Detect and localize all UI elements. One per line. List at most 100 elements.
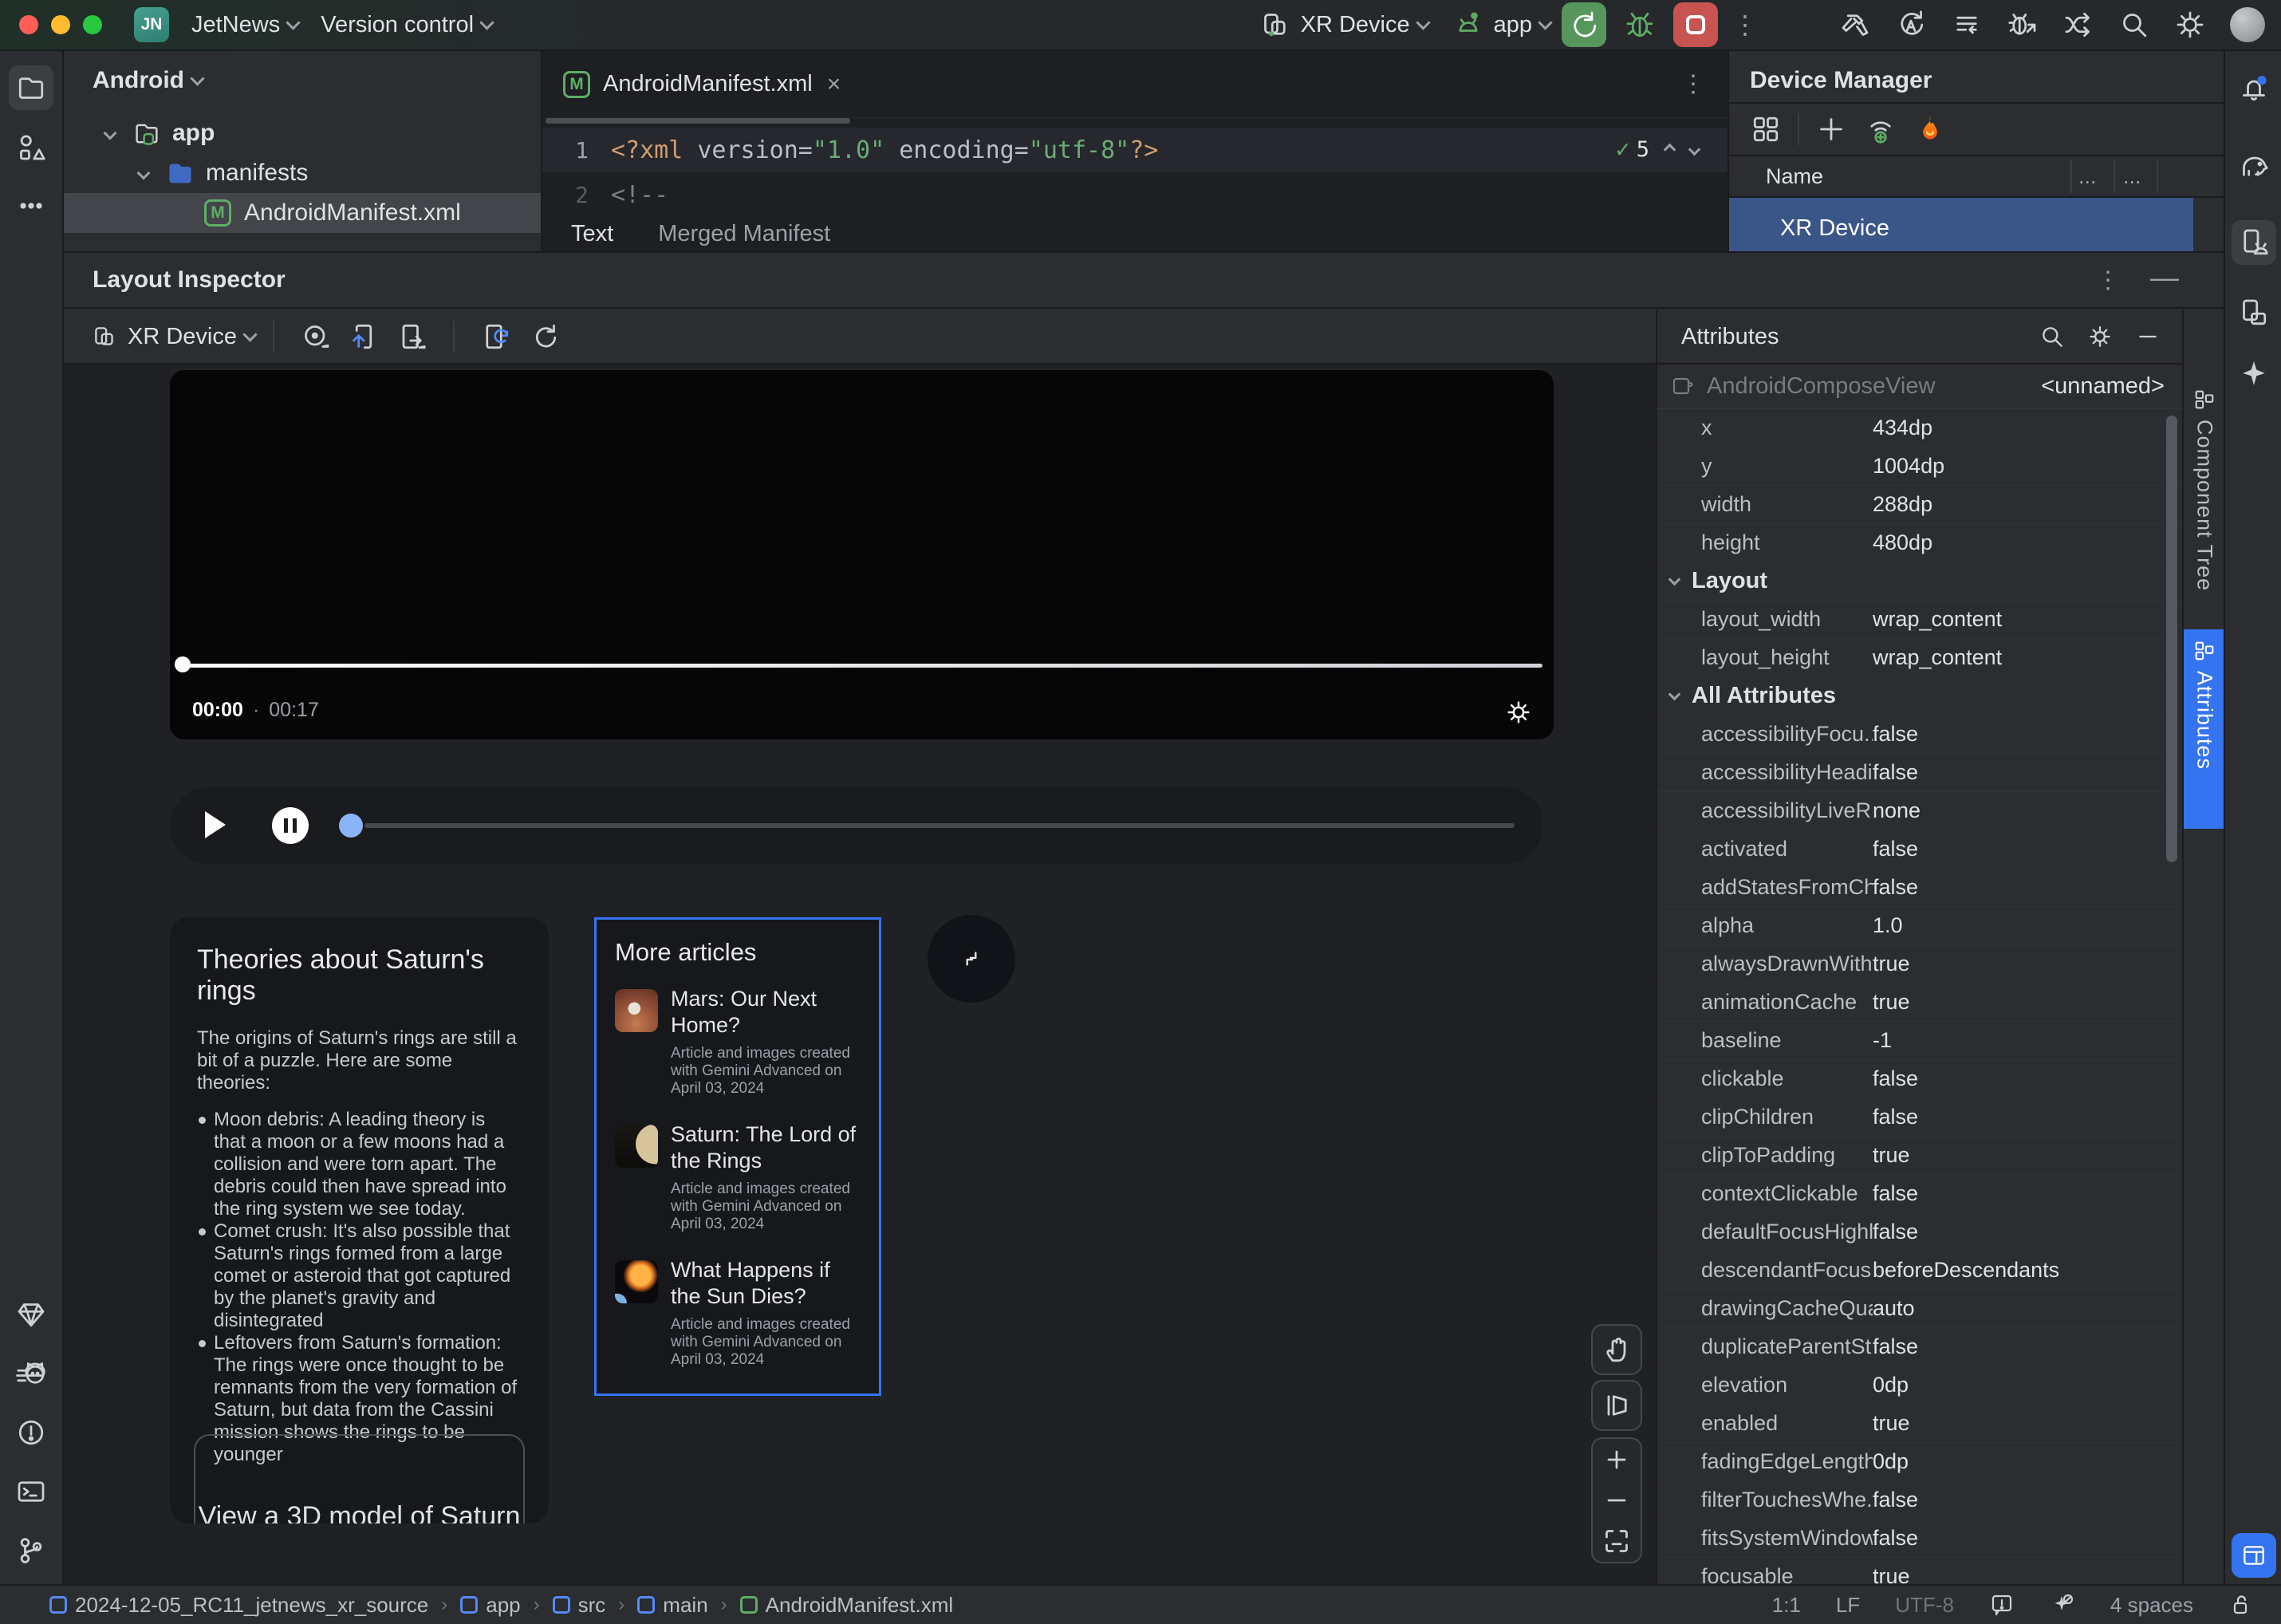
debug-button[interactable] xyxy=(1617,2,1662,47)
project-menu[interactable]: JetNews xyxy=(191,12,301,38)
close-tab-icon[interactable]: × xyxy=(827,71,841,98)
property-row[interactable]: addStatesFromCh...false xyxy=(1657,869,2182,907)
property-row[interactable]: layout_height wrap_content xyxy=(1657,639,2182,677)
breadcrumb-item[interactable]: 2024-12-05_RC11_jetnews_xr_source xyxy=(24,1593,428,1618)
view-options-button[interactable] xyxy=(300,321,332,353)
app-quality-insights-button[interactable] xyxy=(9,1292,53,1337)
firebase-icon[interactable] xyxy=(1914,113,1946,145)
gear-icon[interactable] xyxy=(2086,323,2114,350)
tab-text[interactable]: Text xyxy=(571,221,613,247)
editor-options-button[interactable]: ⋮ xyxy=(1681,70,1705,98)
pause-button[interactable] xyxy=(272,807,309,844)
vcs-menu[interactable]: Version control xyxy=(321,12,494,38)
refresh-layout-button[interactable] xyxy=(528,321,560,353)
layout-section-header[interactable]: Layout xyxy=(1657,562,2182,601)
video-settings-button[interactable] xyxy=(1504,698,1533,727)
api-column-header[interactable]: ... xyxy=(2078,164,2097,189)
article-list-item[interactable]: Saturn: The Lord of the Rings Article and… xyxy=(615,1121,861,1233)
run-configuration-selector[interactable]: app xyxy=(1452,9,1553,41)
property-row[interactable]: focusable true xyxy=(1657,1558,2182,1584)
editor-tab-androidmanifest[interactable]: M AndroidManifest.xml × xyxy=(542,51,861,117)
tree-item-manifests[interactable]: manifests xyxy=(64,153,541,193)
build-button[interactable] xyxy=(1833,2,1877,47)
property-row[interactable]: clipToPadding true xyxy=(1657,1137,2182,1175)
property-row[interactable]: activated false xyxy=(1657,830,2182,869)
property-row[interactable]: accessibilityFocu... false xyxy=(1657,715,2182,754)
export-snapshot-button[interactable] xyxy=(396,321,427,353)
gemini-button[interactable] xyxy=(2232,351,2276,396)
audio-player-bar[interactable] xyxy=(170,787,1543,864)
search-everywhere-button[interactable] xyxy=(2112,2,2157,47)
add-device-icon[interactable] xyxy=(1815,113,1847,145)
more-articles-card-selected[interactable]: More articles Mars: Our Next Home? Articl… xyxy=(594,917,881,1396)
caret-position[interactable]: 1:1 xyxy=(1772,1593,1801,1618)
property-row[interactable]: descendantFocus... beforeDescendants xyxy=(1657,1252,2182,1290)
settings-button[interactable] xyxy=(2168,2,2212,47)
property-row[interactable]: alpha 1.0 xyxy=(1657,907,2182,945)
inspection-widget[interactable]: ✓ 5 xyxy=(1607,132,1707,167)
name-column-header[interactable]: Name xyxy=(1729,164,1823,189)
tab-merged-manifest[interactable]: Merged Manifest xyxy=(658,221,830,247)
property-row[interactable]: drawingCacheQualitauto xyxy=(1657,1290,2182,1328)
pan-mode-button[interactable] xyxy=(1591,1324,1642,1375)
minimize-icon[interactable] xyxy=(2134,323,2161,350)
zoom-to-fit-icon[interactable] xyxy=(1601,1525,1633,1557)
code-area[interactable]: 1 <?xml version="1.0" encoding="utf-8"?>… xyxy=(542,128,1727,217)
sync-project-button[interactable] xyxy=(1889,2,1933,47)
breadcrumb-item[interactable]: › src xyxy=(521,1593,606,1618)
property-row[interactable]: layout_width wrap_content xyxy=(1657,601,2182,639)
search-icon[interactable] xyxy=(2039,323,2066,350)
snapshot-to-device-button[interactable] xyxy=(348,321,380,353)
property-row[interactable]: fitsSystemWindows false xyxy=(1657,1520,2182,1558)
close-window-button[interactable] xyxy=(19,15,38,34)
property-row[interactable]: accessibilityLiveR... none xyxy=(1657,792,2182,830)
live-updates-button[interactable] xyxy=(480,321,512,353)
all-attributes-section-header[interactable]: All Attributes xyxy=(1657,677,2182,715)
property-row[interactable]: width 288dp xyxy=(1657,486,2182,524)
property-row[interactable]: baseline -1 xyxy=(1657,1022,2182,1060)
user-avatar[interactable] xyxy=(2230,7,2265,42)
notifications-button[interactable] xyxy=(2232,67,2276,112)
property-row[interactable]: y 1004dp xyxy=(1657,447,2182,486)
video-progress-track[interactable] xyxy=(179,664,1542,668)
device-manager-button[interactable] xyxy=(2232,220,2276,265)
profiler-button[interactable] xyxy=(2056,2,2101,47)
zoom-out-icon[interactable] xyxy=(1601,1484,1633,1516)
property-row[interactable]: defaultFocusHighl... false xyxy=(1657,1213,2182,1252)
property-row[interactable]: contextClickable false xyxy=(1657,1175,2182,1213)
minimize-window-button[interactable] xyxy=(51,15,70,34)
size-column-header[interactable]: ... xyxy=(2123,164,2141,189)
property-row[interactable]: height 480dp xyxy=(1657,524,2182,562)
property-row[interactable]: duplicateParentSt... false xyxy=(1657,1328,2182,1366)
tab-component-tree[interactable]: Component Tree xyxy=(2184,378,2224,617)
property-row[interactable]: enabled true xyxy=(1657,1405,2182,1443)
tree-item-app[interactable]: app xyxy=(64,113,541,153)
todo-list-button[interactable] xyxy=(1944,2,1989,47)
structure-toolwindow-button[interactable] xyxy=(9,124,53,169)
ai-sparkle-slash-icon[interactable] xyxy=(2050,1592,2075,1618)
property-row[interactable]: animationCache true xyxy=(1657,983,2182,1022)
layout-inspector-canvas[interactable]: 00:00 · 00:17 Theories about Saturn's ri… xyxy=(64,365,1656,1584)
more-toolwindows-button[interactable] xyxy=(9,183,53,228)
property-row[interactable]: clickable false xyxy=(1657,1060,2182,1098)
inspected-process-selector[interactable]: XR Device xyxy=(91,323,258,350)
line-ending[interactable]: LF xyxy=(1836,1593,1860,1618)
breadcrumb-item[interactable]: › main xyxy=(605,1593,707,1618)
next-issue-icon[interactable] xyxy=(1688,143,1701,156)
version-control-button[interactable] xyxy=(9,1528,53,1573)
breadcrumb-item[interactable]: › AndroidManifest.xml xyxy=(708,1593,954,1618)
stop-button[interactable] xyxy=(1673,2,1718,47)
project-view-selector[interactable]: Android xyxy=(64,51,541,94)
group-devices-icon[interactable] xyxy=(1750,113,1782,145)
view-3d-model-button[interactable]: View a 3D model of Saturn xyxy=(194,1434,525,1523)
rerun-button[interactable] xyxy=(1562,2,1606,47)
article-list-item[interactable]: The Endless Allure of the UniverseArticl… xyxy=(615,1393,861,1396)
breadcrumb-item[interactable]: › app xyxy=(428,1593,520,1618)
file-encoding[interactable]: UTF-8 xyxy=(1895,1593,1954,1618)
3d-mode-button[interactable] xyxy=(1591,1380,1642,1431)
device-selector[interactable]: XR Device xyxy=(1259,9,1431,41)
logcat-button[interactable] xyxy=(9,1351,53,1396)
collapse-panel-fab[interactable] xyxy=(928,915,1015,1003)
project-toolwindow-button[interactable] xyxy=(9,65,53,110)
article-list-item[interactable]: Mars: Our Next Home? Article and images c… xyxy=(615,986,861,1098)
